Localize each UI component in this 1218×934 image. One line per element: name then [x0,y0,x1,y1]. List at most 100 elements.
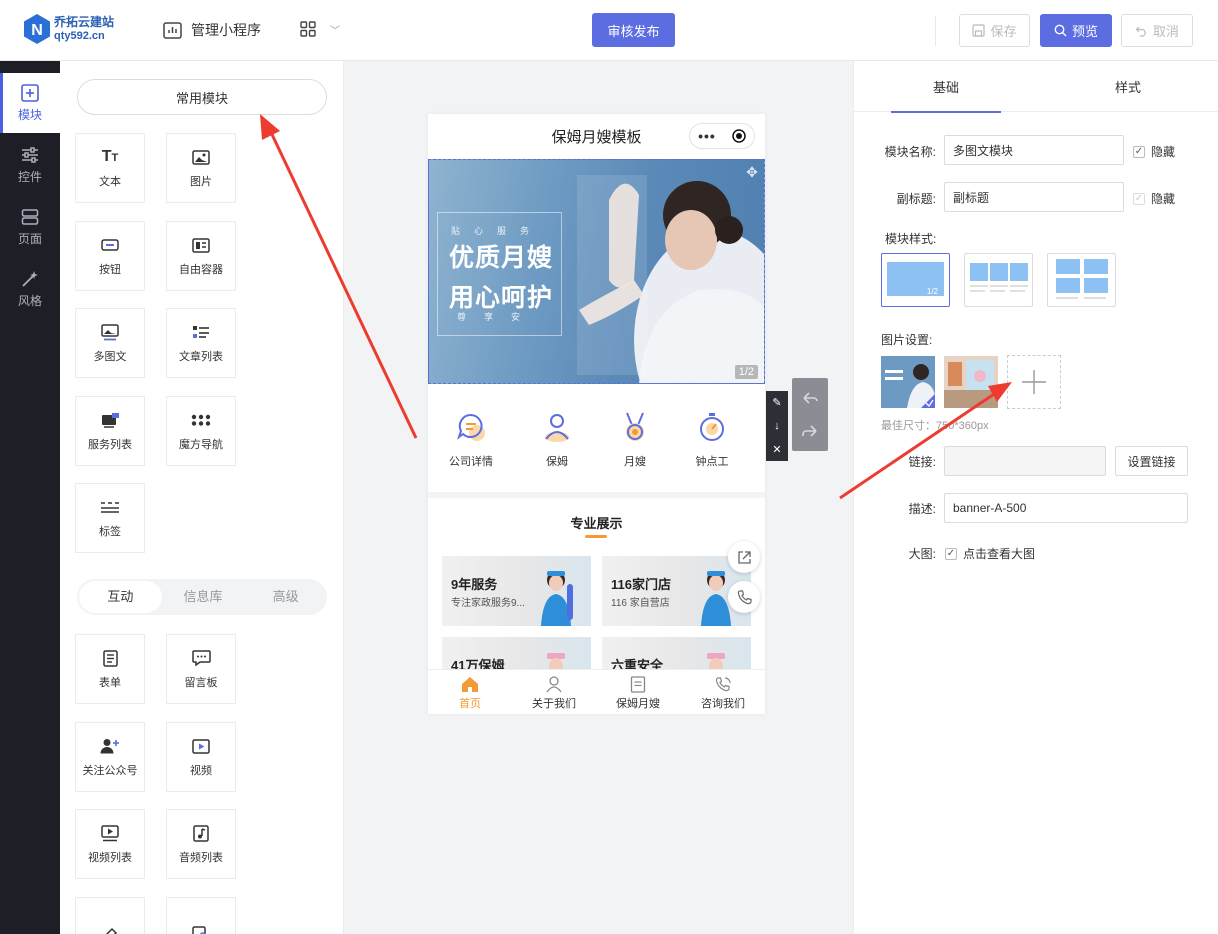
svg-text:1/2: 1/2 [927,287,939,296]
module-video[interactable]: 视频 [166,722,236,792]
section-title-underline [585,535,607,538]
user-icon [546,676,562,693]
arrow-down-icon[interactable]: ↓ [774,420,780,432]
image-thumbnail-selected[interactable] [881,356,935,408]
tab-about-us[interactable]: 关于我们 [512,676,596,711]
redo-icon[interactable] [792,414,828,450]
undo-redo-panel [792,378,828,451]
description-label: 描述: [908,502,936,516]
module-button[interactable]: 按钮 [75,221,145,291]
eraser-icon [105,927,118,934]
multi-image-icon [101,323,119,340]
module-video-list[interactable]: 视频列表 [75,809,145,879]
common-modules-tab[interactable]: 常用模块 [77,79,327,115]
module-tag[interactable]: 标签 [75,483,145,553]
magic-wand-icon [22,270,38,287]
module-image[interactable]: 图片 [166,133,236,203]
miniprogram-capsule[interactable]: ••• [689,123,755,149]
nav-maternity-nurse[interactable]: 月嫂 [600,409,670,469]
banner-carousel[interactable]: 贴心服务 优质月嫂 用心呵护 尊享安 ✥ 1/2 [428,159,765,384]
module-follow-official-account[interactable]: 关注公众号 [75,722,145,792]
module-name-input[interactable]: 多图文模块 [944,135,1124,165]
hide-name-checkbox[interactable]: ✓ 隐藏 [1133,143,1175,160]
cancel-button[interactable]: 取消 [1121,14,1193,47]
link-input[interactable] [944,446,1106,476]
showcase-card[interactable]: 9年服务 专注家政服务9... [442,556,591,626]
subtitle-input[interactable]: 副标题 [944,182,1124,212]
apps-switcher[interactable]: ﹀ [300,21,340,37]
undo-icon [1135,26,1146,37]
tab-advanced[interactable]: 高级 [244,581,327,613]
banner-thumb [881,356,935,408]
manage-miniprogram-button[interactable]: 管理小程序 [163,20,261,40]
nav-hourly-worker[interactable]: 钟点工 [677,409,747,469]
view-big-image-checkbox[interactable]: ✓ 点击查看大图 [945,545,1035,562]
add-image-button[interactable] [1007,355,1061,409]
pages-icon [21,208,39,225]
style-option-three-columns[interactable] [964,253,1033,307]
search-list-icon [192,925,207,934]
tab-basic[interactable]: 基础 [891,61,1001,113]
logo[interactable]: N 乔拓云建站 qty592.cn [24,14,114,44]
edit-icon[interactable]: ✎ [772,396,781,409]
module-message-board[interactable]: 留言板 [166,634,236,704]
tab-interactive[interactable]: 互动 [79,581,162,613]
publish-button[interactable]: 审核发布 [592,13,675,47]
move-icon[interactable]: ✥ [742,162,762,182]
module-article-list[interactable]: 文章列表 [166,308,236,378]
chevron-down-icon: ﹀ [330,25,340,37]
left-nav-item-style[interactable]: 风格 [0,259,60,319]
banner-counter: 1/2 [734,365,758,379]
module-text[interactable]: TT 文本 [75,133,145,203]
module-multi-image-text[interactable]: 多图文 [75,308,145,378]
set-link-button[interactable]: 设置链接 [1115,446,1188,476]
style-option-carousel[interactable]: 1/2 [881,253,950,307]
phone-call-icon [715,677,731,692]
undo-icon[interactable] [792,379,828,415]
left-nav-item-modules[interactable]: 模块 [0,73,60,133]
document-icon [630,676,646,693]
dots-grid-icon [191,414,211,426]
tab-style[interactable]: 样式 [1073,61,1183,112]
close-icon[interactable]: ✕ [772,443,781,456]
medal-icon [626,412,644,441]
image-thumbnail[interactable] [944,356,998,408]
checkbox-checked-icon: ✓ [945,547,957,560]
properties-tabs: 基础 样式 [854,61,1218,113]
chart-icon [163,21,182,39]
plus-icon [1022,370,1046,394]
module-service-list[interactable]: 服务列表 [75,396,145,466]
save-button[interactable]: 保存 [959,14,1030,47]
tab-info-library[interactable]: 信息库 [162,581,245,613]
tab-contact-us[interactable]: 咨询我们 [681,676,765,711]
share-float-button[interactable] [728,541,760,573]
home-icon [462,677,478,692]
hide-subtitle-checkbox[interactable]: ✓ 隐藏 [1133,190,1175,207]
module-form[interactable]: 表单 [75,634,145,704]
tab-home[interactable]: 首页 [428,676,512,711]
module-search[interactable] [166,897,236,934]
left-nav: 模块 控件 页面 风格 [0,61,60,934]
list-icon [193,325,209,338]
image-settings-label: 图片设置: [881,333,933,347]
description-input[interactable]: banner-A-500 [944,493,1188,523]
left-nav-item-pages[interactable]: 页面 [0,197,60,257]
save-icon [972,24,986,37]
phone-float-button[interactable] [728,581,760,613]
preview-button[interactable]: 预览 [1040,14,1112,47]
banner-small-text-top: 贴心服务 [451,226,544,236]
room-photo-thumb [944,356,998,408]
left-nav-item-controls[interactable]: 控件 [0,135,60,195]
tag-icon [101,502,119,513]
module-category-tabs: 互动 信息库 高级 [77,579,327,615]
tab-nanny-maternity[interactable]: 保姆月嫂 [596,676,680,711]
module-cube-nav[interactable]: 魔方导航 [166,396,236,466]
stopwatch-icon [700,413,724,441]
style-option-grid[interactable] [1047,253,1116,307]
module-free-container[interactable]: 自由容器 [166,221,236,291]
nav-company-details[interactable]: 公司详情 [436,409,506,469]
nav-nanny[interactable]: 保姆 [522,409,592,469]
module-signature[interactable] [75,897,145,934]
container-icon [192,237,210,253]
module-audio-list[interactable]: 音频列表 [166,809,236,879]
